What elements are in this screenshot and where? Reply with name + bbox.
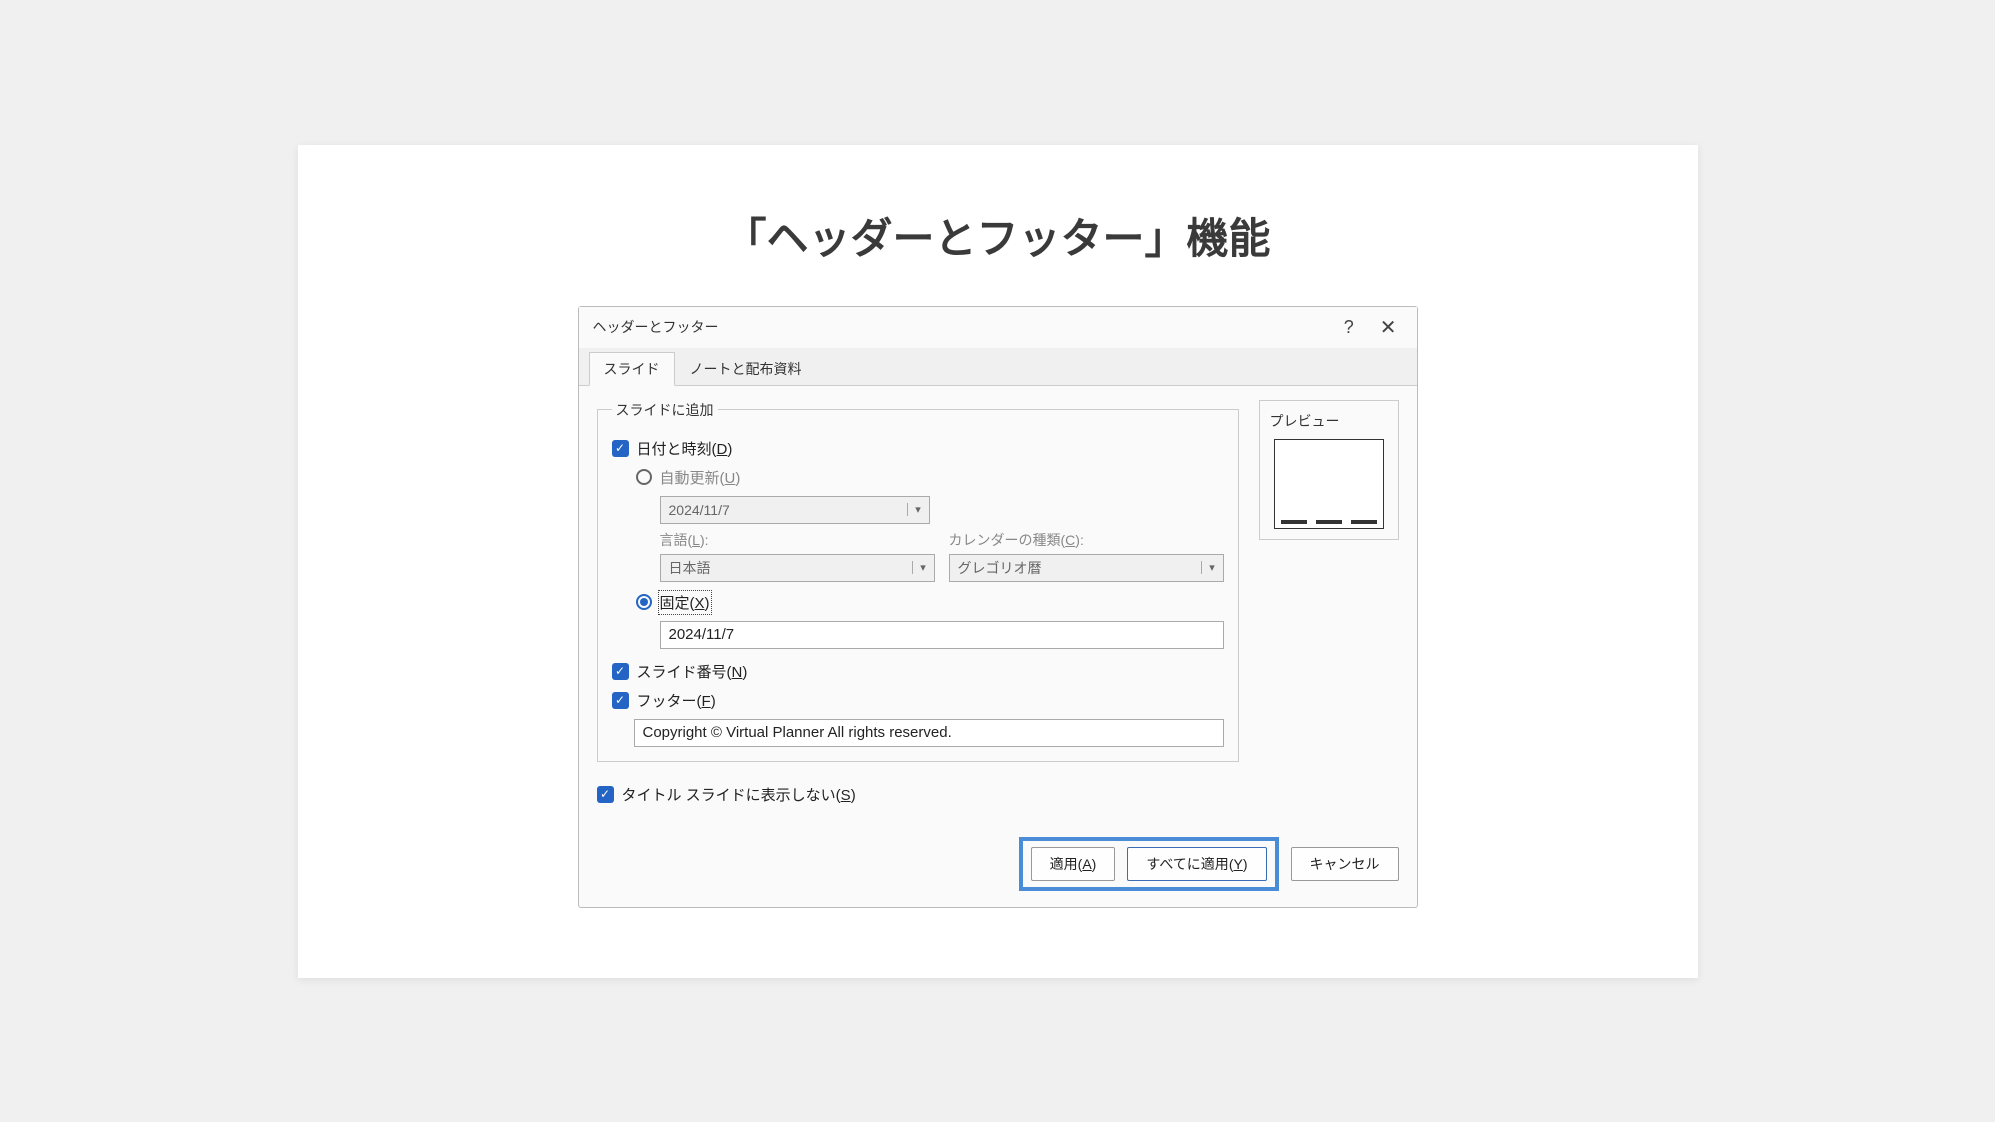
add-to-slide-group: スライドに追加 ✓ 日付と時刻(D) 自動更新(U) bbox=[597, 400, 1239, 762]
language-combo: 日本語 ▾ bbox=[660, 554, 935, 582]
preview-footer-right-marker bbox=[1351, 520, 1377, 524]
slide-number-label: スライド番号(N) bbox=[637, 661, 748, 682]
slide-number-checkbox[interactable]: ✓ スライド番号(N) bbox=[612, 661, 1224, 682]
tab-notes-handouts[interactable]: ノートと配布資料 bbox=[675, 352, 817, 386]
date-format-value: 2024/11/7 bbox=[661, 502, 907, 518]
date-format-combo: 2024/11/7 ▾ bbox=[660, 496, 930, 524]
slide-title: 「ヘッダーとフッター」機能 bbox=[338, 205, 1658, 266]
calendar-value: グレゴリオ暦 bbox=[950, 558, 1201, 578]
preview-thumbnail bbox=[1274, 439, 1384, 529]
tab-bar: スライド ノートと配布資料 bbox=[579, 348, 1417, 386]
add-to-slide-legend: スライドに追加 bbox=[612, 400, 718, 420]
language-label: 言語(L): bbox=[660, 530, 935, 550]
language-value: 日本語 bbox=[661, 558, 912, 578]
close-icon[interactable]: ✕ bbox=[1374, 315, 1403, 340]
date-time-label: 日付と時刻(D) bbox=[637, 438, 733, 459]
checkbox-icon: ✓ bbox=[612, 692, 629, 709]
chevron-down-icon: ▾ bbox=[1201, 561, 1223, 574]
radio-icon bbox=[636, 469, 652, 485]
cancel-button[interactable]: キャンセル bbox=[1291, 847, 1399, 881]
date-time-checkbox-row[interactable]: ✓ 日付と時刻(D) bbox=[612, 438, 1224, 459]
fixed-date-input[interactable] bbox=[660, 621, 1224, 649]
hide-on-title-checkbox[interactable]: ✓ タイトル スライドに表示しない(S) bbox=[597, 784, 1399, 805]
preview-footer-left-marker bbox=[1281, 520, 1307, 524]
footer-label: フッター(F) bbox=[637, 690, 716, 711]
apply-buttons-highlight: 適用(A) すべてに適用(Y) bbox=[1019, 837, 1279, 891]
checkbox-icon: ✓ bbox=[612, 663, 629, 680]
footer-text-input[interactable] bbox=[634, 719, 1224, 747]
apply-button[interactable]: 適用(A) bbox=[1031, 847, 1116, 881]
hide-on-title-label: タイトル スライドに表示しない(S) bbox=[622, 784, 856, 805]
fixed-radio[interactable]: 固定(X) bbox=[636, 592, 1224, 613]
preview-footer-center-marker bbox=[1316, 520, 1342, 524]
calendar-combo: グレゴリオ暦 ▾ bbox=[949, 554, 1224, 582]
tab-slide[interactable]: スライド bbox=[589, 352, 675, 386]
auto-update-label: 自動更新(U) bbox=[660, 467, 741, 488]
radio-icon bbox=[636, 594, 652, 610]
apply-all-button[interactable]: すべてに適用(Y) bbox=[1127, 847, 1266, 881]
chevron-down-icon: ▾ bbox=[907, 503, 929, 516]
footer-checkbox[interactable]: ✓ フッター(F) bbox=[612, 690, 1224, 711]
fixed-label: 固定(X) bbox=[660, 592, 710, 613]
preview-group: プレビュー bbox=[1259, 400, 1399, 540]
help-icon[interactable]: ? bbox=[1344, 317, 1354, 338]
checkbox-icon: ✓ bbox=[597, 786, 614, 803]
preview-legend: プレビュー bbox=[1270, 411, 1388, 431]
dialog-title-text: ヘッダーとフッター bbox=[593, 317, 1344, 337]
header-footer-dialog: ヘッダーとフッター ? ✕ スライド ノートと配布資料 スライドに追加 ✓ 日付… bbox=[578, 306, 1418, 908]
chevron-down-icon: ▾ bbox=[912, 561, 934, 574]
slide-card: 「ヘッダーとフッター」機能 ヘッダーとフッター ? ✕ スライド ノートと配布資… bbox=[298, 145, 1698, 978]
auto-update-radio[interactable]: 自動更新(U) bbox=[636, 467, 1224, 488]
calendar-label: カレンダーの種類(C): bbox=[949, 530, 1224, 550]
dialog-button-row: 適用(A) すべてに適用(Y) キャンセル bbox=[579, 827, 1417, 907]
dialog-titlebar: ヘッダーとフッター ? ✕ bbox=[579, 307, 1417, 348]
checkbox-icon: ✓ bbox=[612, 440, 629, 457]
